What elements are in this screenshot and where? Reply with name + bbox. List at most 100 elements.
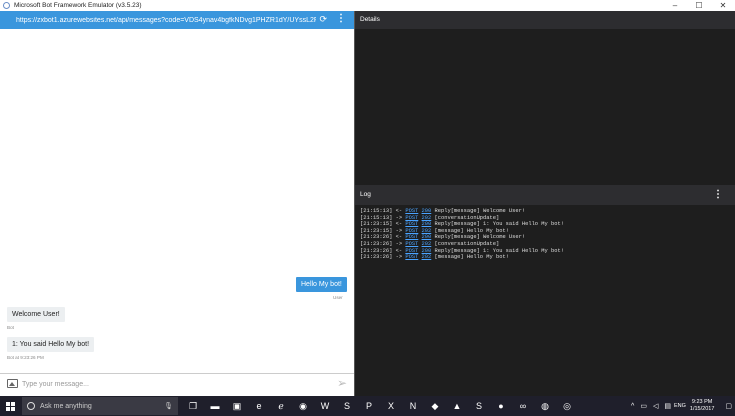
- dev-icon[interactable]: ▲: [446, 398, 468, 414]
- language-indicator[interactable]: ENG: [674, 403, 686, 409]
- chat-panel: https://zxbot1.azurewebsites.net/api/mes…: [0, 11, 354, 396]
- taskbar-apps: ❐ ▬ ▣ e ℯ ◉ W S P X N ◆ ▲ S ● ∞ ◍ ◎: [182, 398, 578, 414]
- edge-icon[interactable]: e: [248, 398, 270, 414]
- log-time: [21:23:26]: [360, 254, 393, 261]
- log-status-link[interactable]: 202: [422, 228, 432, 234]
- message-composer: ➢: [0, 373, 354, 395]
- system-tray: ^ ▭ ◁ ▤ ENG 9:23 PM 1/15/2017 ▢: [628, 396, 735, 416]
- log-text: Reply[message] 1: You said Hello My bot!: [434, 221, 564, 228]
- store-icon[interactable]: ▣: [226, 398, 248, 414]
- word-icon[interactable]: W: [314, 398, 336, 414]
- ie-icon[interactable]: ℯ: [270, 398, 292, 414]
- bot-emulator-icon[interactable]: ◎: [556, 398, 578, 414]
- log-direction: ->: [395, 254, 403, 261]
- notifications-icon[interactable]: ▢: [725, 402, 732, 410]
- endpoint-url[interactable]: https://zxbot1.azurewebsites.net/api/mes…: [16, 17, 316, 24]
- inspector-panel: Details Log ⋮ [21:15:13] <- POST 200 Rep…: [355, 11, 735, 396]
- user-message-meta: User: [333, 295, 343, 300]
- image-upload-icon[interactable]: [7, 379, 18, 388]
- bot-message-bubble[interactable]: Welcome User!: [7, 307, 65, 322]
- window-titlebar: Microsoft Bot Framework Emulator (v3.5.2…: [0, 0, 735, 11]
- log-line: [21:15:13] <- POST 200 Reply[message] We…: [360, 208, 730, 215]
- clock-date: 1/15/2017: [689, 406, 715, 412]
- bot-message-meta: Bot at 9:23:26 PM: [7, 355, 44, 360]
- log-time: [21:15:13]: [360, 214, 393, 221]
- endpoint-bar: https://zxbot1.azurewebsites.net/api/mes…: [0, 11, 354, 29]
- app-icon[interactable]: ◆: [424, 398, 446, 414]
- taskbar: Ask me anything 🎙 ❐ ▬ ▣ e ℯ ◉ W S P X N ◆ ▲ S ● ∞ ◍ ◎ ^ ▭…: [0, 396, 735, 416]
- powerpoint-icon[interactable]: P: [358, 398, 380, 414]
- log-time: [21:15:13]: [360, 208, 393, 214]
- log-method-link[interactable]: POST: [405, 208, 418, 214]
- send-icon[interactable]: ➢: [337, 376, 347, 390]
- message-input[interactable]: [22, 378, 322, 390]
- file-explorer-icon[interactable]: ▬: [204, 398, 226, 414]
- log-status-link[interactable]: 202: [422, 215, 432, 221]
- github-icon[interactable]: ●: [490, 398, 512, 414]
- log-text: [message] Hello My bot!: [434, 254, 509, 261]
- clock[interactable]: 9:23 PM 1/15/2017: [690, 399, 714, 413]
- log-menu-icon[interactable]: ⋮: [713, 185, 723, 205]
- windows-start-icon[interactable]: [6, 402, 15, 411]
- log-text: Reply[message] Welcome User!: [434, 234, 526, 241]
- log-time: [21:23:26]: [360, 247, 393, 254]
- log-method-link[interactable]: POST: [405, 228, 418, 234]
- log-status-link[interactable]: 202: [422, 254, 432, 260]
- keyboard-icon[interactable]: ▤: [664, 402, 671, 410]
- log-text: Reply[message] 1: You said Hello My bot!: [434, 247, 564, 254]
- log-line: [21:23:15] <- POST 200 Reply[message] 1:…: [360, 221, 730, 228]
- chrome-icon[interactable]: ◉: [292, 398, 314, 414]
- microphone-icon[interactable]: 🎙: [164, 402, 173, 410]
- log-direction: ->: [395, 214, 403, 221]
- log-method-link[interactable]: POST: [405, 248, 418, 254]
- window-title: Microsoft Bot Framework Emulator (v3.5.2…: [14, 2, 142, 9]
- chevron-up-icon[interactable]: ^: [631, 403, 634, 410]
- log-direction: <-: [395, 221, 403, 228]
- log-method-link[interactable]: POST: [405, 234, 418, 240]
- firefox-icon[interactable]: ◍: [534, 398, 556, 414]
- taskbar-search[interactable]: Ask me anything 🎙: [22, 397, 178, 415]
- excel-icon[interactable]: X: [380, 398, 402, 414]
- minimize-button[interactable]: –: [663, 0, 687, 11]
- visual-studio-icon[interactable]: ∞: [512, 398, 534, 414]
- log-method-link[interactable]: POST: [405, 215, 418, 221]
- log-direction: ->: [395, 240, 403, 247]
- skype-icon[interactable]: S: [336, 398, 358, 414]
- log-method-link[interactable]: POST: [405, 254, 418, 260]
- log-title: Log: [360, 191, 371, 198]
- log-line: [21:15:13] -> POST 202 [conversationUpda…: [360, 215, 730, 222]
- volume-icon[interactable]: ◁: [653, 402, 658, 410]
- log-line: [21:23:26] -> POST 202 [message] Hello M…: [360, 254, 730, 261]
- log-line: [21:23:26] <- POST 200 Reply[message] We…: [360, 234, 730, 241]
- refresh-icon[interactable]: ⟳: [319, 14, 327, 25]
- log-text: [message] Hello My bot!: [434, 227, 509, 234]
- log-time: [21:23:26]: [360, 240, 393, 247]
- log-status-link[interactable]: 202: [422, 241, 432, 247]
- log-text: [conversationUpdate]: [434, 214, 500, 221]
- network-icon[interactable]: ▭: [640, 402, 647, 410]
- log-time: [21:23:15]: [360, 221, 393, 228]
- log-status-link[interactable]: 200: [422, 208, 432, 214]
- more-menu-icon[interactable]: ⋮: [336, 13, 346, 25]
- log-status-link[interactable]: 200: [422, 248, 432, 254]
- log-direction: <-: [395, 247, 403, 254]
- taskbar-search-text: Ask me anything: [40, 402, 92, 410]
- details-content: [355, 29, 735, 185]
- log-time: [21:23:26]: [360, 234, 393, 241]
- cortana-icon: [27, 402, 35, 410]
- log-line: [21:23:26] -> POST 202 [conversationUpda…: [360, 241, 730, 248]
- log-line: [21:23:15] -> POST 202 [message] Hello M…: [360, 228, 730, 235]
- log-method-link[interactable]: POST: [405, 221, 418, 227]
- log-method-link[interactable]: POST: [405, 241, 418, 247]
- user-message-bubble[interactable]: Hello My bot!: [296, 277, 347, 292]
- log-time: [21:23:15]: [360, 227, 393, 234]
- skype-business-icon[interactable]: S: [468, 398, 490, 414]
- log-status-link[interactable]: 200: [422, 234, 432, 240]
- log-status-link[interactable]: 200: [422, 221, 432, 227]
- maximize-button[interactable]: ☐: [687, 0, 711, 11]
- task-view-icon[interactable]: ❐: [182, 398, 204, 414]
- close-button[interactable]: ✕: [711, 0, 735, 11]
- onenote-icon[interactable]: N: [402, 398, 424, 414]
- bot-message-bubble[interactable]: 1: You said Hello My bot!: [7, 337, 95, 352]
- log-content: [21:15:13] <- POST 200 Reply[message] We…: [355, 205, 735, 396]
